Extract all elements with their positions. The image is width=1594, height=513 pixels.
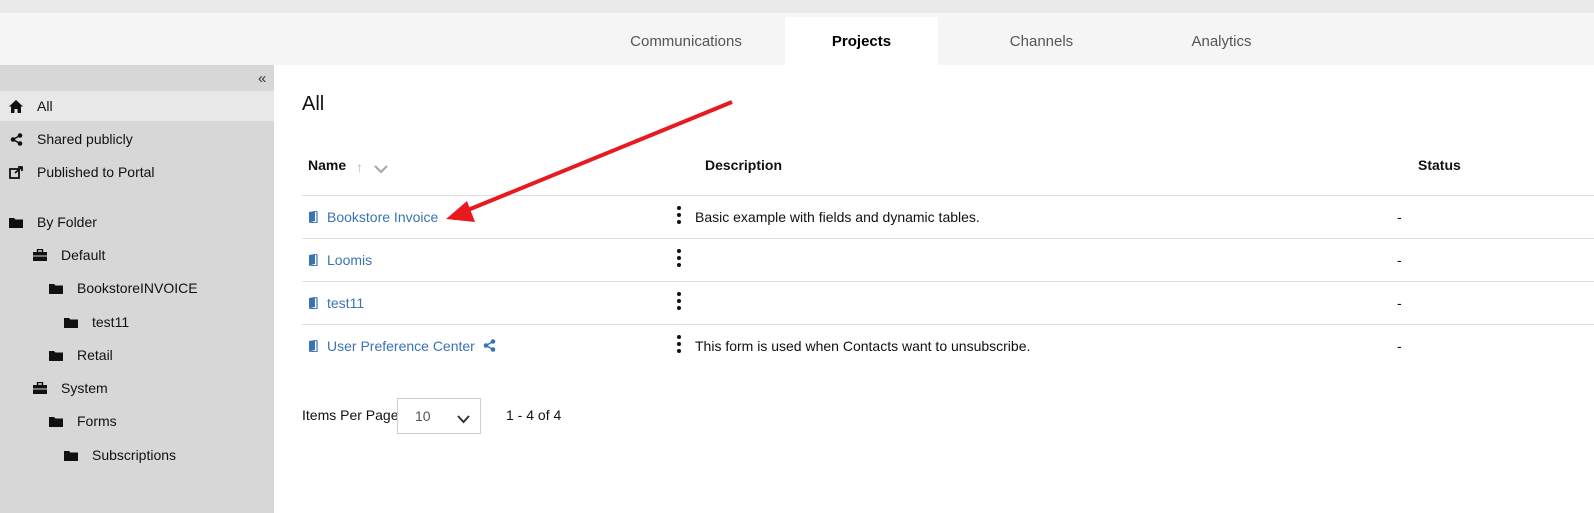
book-icon [308, 210, 318, 223]
items-per-page-label: Items Per Page [302, 407, 399, 423]
project-link[interactable]: Bookstore Invoice [308, 195, 438, 238]
sidebar-item-all[interactable]: All [0, 91, 274, 121]
collapse-sidebar-icon[interactable]: « [258, 70, 266, 87]
book-icon [308, 339, 318, 352]
briefcase-icon [33, 381, 47, 395]
sidebar-item-system[interactable]: System [0, 373, 274, 403]
folder-icon [49, 281, 63, 295]
sidebar-item-default[interactable]: Default [0, 240, 274, 270]
row-menu-icon[interactable] [673, 249, 685, 271]
items-per-page-select[interactable]: 10 [397, 398, 481, 434]
table-row: test11 - [302, 281, 1594, 324]
row-menu-icon[interactable] [673, 206, 685, 228]
sidebar-item-label: Shared publicly [37, 131, 133, 147]
table-row: Loomis - [302, 238, 1594, 281]
sidebar-item-label: Default [61, 247, 106, 263]
folder-icon [64, 448, 78, 462]
share-icon [9, 132, 23, 146]
sidebar-item-by-folder: By Folder [0, 207, 274, 237]
folder-icon [64, 315, 78, 329]
sidebar-item-label: test11 [92, 314, 130, 330]
sidebar-item-label: System [61, 380, 108, 396]
table-row: Bookstore Invoice Basic example with fie… [302, 195, 1594, 238]
chevron-down-icon[interactable] [374, 161, 388, 179]
sidebar-item-label: BookstoreINVOICE [77, 280, 198, 296]
sidebar-item-label: Subscriptions [92, 447, 177, 463]
project-link[interactable]: test11 [308, 281, 364, 324]
page-title: All [302, 93, 325, 115]
sidebar-item-published-to-portal[interactable]: Published to Portal [0, 157, 274, 187]
folder-icon [9, 215, 23, 229]
sidebar-item-label: Published to Portal [37, 164, 155, 180]
column-header-name[interactable]: Name [308, 157, 346, 173]
tab-analytics[interactable]: Analytics [1135, 17, 1308, 65]
project-link[interactable]: Loomis [308, 238, 372, 281]
row-menu-icon[interactable] [673, 292, 685, 314]
chevron-down-icon [457, 411, 470, 427]
sidebar-item-subscriptions[interactable]: Subscriptions [0, 440, 274, 470]
book-icon [308, 253, 318, 266]
tab-channels[interactable]: Channels [960, 17, 1123, 65]
sidebar-item-label: All [37, 98, 53, 114]
top-strip [0, 0, 1594, 13]
external-link-icon [9, 165, 23, 179]
column-header-description: Description [705, 157, 783, 173]
column-header-status: Status [1418, 157, 1461, 173]
row-description: Basic example with fields and dynamic ta… [695, 208, 980, 225]
sidebar-item-forms[interactable]: Forms [0, 406, 274, 436]
tab-bar: Communications Projects Channels Analyti… [0, 13, 1594, 65]
row-status: - [1397, 337, 1402, 354]
tab-communications[interactable]: Communications [596, 17, 776, 65]
sidebar-item-bookstoreinvoice[interactable]: BookstoreINVOICE [0, 273, 274, 303]
sort-ascending-icon[interactable]: ↑ [356, 159, 363, 175]
pagination-range: 1 - 4 of 4 [506, 407, 562, 423]
book-icon [308, 296, 318, 309]
sidebar-item-label: Forms [77, 413, 117, 429]
sidebar-item-retail[interactable]: Retail [0, 340, 274, 370]
main-content: All Name ↑ Description Status Bookstore … [274, 65, 1594, 513]
row-status: - [1397, 208, 1402, 225]
project-link[interactable]: User Preference Center [308, 324, 496, 367]
row-description: This form is used when Contacts want to … [695, 337, 1031, 354]
sidebar-item-label: By Folder [37, 214, 97, 230]
row-status: - [1397, 294, 1402, 311]
home-icon [9, 99, 23, 113]
table-row: User Preference Center This form is used… [302, 324, 1594, 367]
sidebar-item-test11[interactable]: test11 [0, 307, 274, 337]
tab-projects[interactable]: Projects [785, 17, 938, 65]
sidebar: « All Shared publicly Published to Porta… [0, 65, 274, 513]
folder-icon [49, 414, 63, 428]
sidebar-item-shared-publicly[interactable]: Shared publicly [0, 124, 274, 154]
row-menu-icon[interactable] [673, 335, 685, 357]
share-icon [483, 339, 496, 352]
folder-icon [49, 348, 63, 362]
row-status: - [1397, 251, 1402, 268]
briefcase-icon [33, 248, 47, 262]
sidebar-item-label: Retail [77, 347, 113, 363]
